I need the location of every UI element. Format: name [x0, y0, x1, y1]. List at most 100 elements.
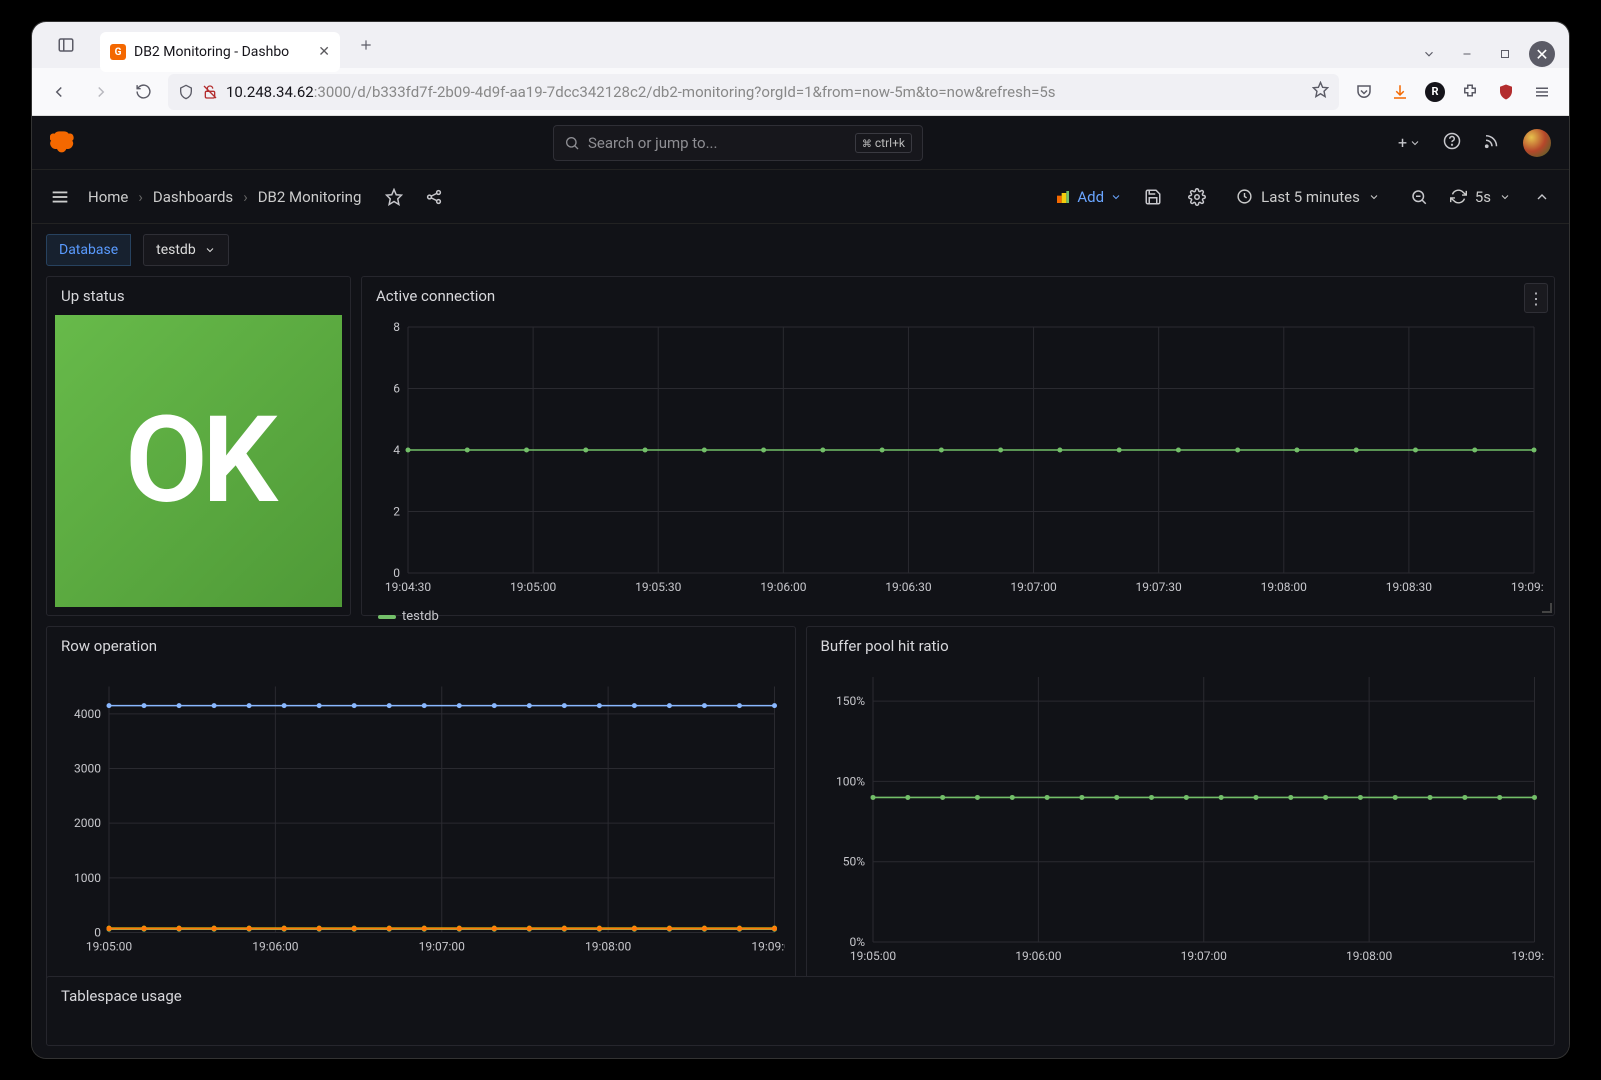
svg-text:150%: 150% [835, 694, 864, 708]
sidebar-toggle-icon[interactable] [44, 27, 88, 63]
refresh-interval: 5s [1475, 188, 1491, 206]
breadcrumb-home[interactable]: Home [88, 188, 128, 206]
svg-text:19:06:30: 19:06:30 [885, 580, 932, 594]
time-range-label: Last 5 minutes [1261, 188, 1360, 206]
svg-text:8: 8 [393, 320, 400, 334]
svg-text:19:08:30: 19:08:30 [1386, 580, 1433, 594]
refresh-icon [1450, 188, 1467, 205]
panel-tablespace-usage[interactable]: Tablespace usage [46, 976, 1555, 1046]
window-minimize-button[interactable] [1453, 40, 1481, 68]
svg-text:19:05:00: 19:05:00 [86, 940, 133, 954]
app-menu-icon[interactable] [1531, 81, 1553, 103]
nav-forward-button[interactable] [84, 75, 118, 109]
chevron-down-icon [1368, 191, 1380, 203]
pocket-icon[interactable] [1353, 81, 1375, 103]
variable-value-text: testdb [156, 242, 196, 258]
share-dashboard-button[interactable] [421, 184, 447, 210]
clock-icon [1236, 188, 1253, 205]
add-panel-button[interactable]: Add [1055, 188, 1122, 206]
variable-value-dropdown[interactable]: testdb [143, 234, 229, 266]
kiosk-mode-button[interactable] [1529, 184, 1555, 210]
new-tab-button[interactable] [348, 27, 384, 63]
news-icon[interactable] [1483, 132, 1501, 154]
browser-tabbar: G DB2 Monitoring - Dashbo ✕ ✕ [32, 22, 1569, 68]
grafana-logo-icon[interactable] [50, 129, 78, 157]
help-icon[interactable] [1443, 132, 1461, 154]
panel-row-operation[interactable]: Row operation 0 1000 2000 3000 4000 19:05:00 1… [46, 626, 796, 1004]
svg-text:19:05:00: 19:05:00 [849, 949, 896, 963]
dashboard-settings-button[interactable] [1184, 184, 1210, 210]
svg-text:100%: 100% [835, 774, 864, 788]
chart-row-operation: 0100020003000400019:05:0019:06:0019:07:0… [57, 669, 785, 968]
svg-text:19:05:00: 19:05:00 [510, 580, 557, 594]
grafana-topbar: Search or jump to... ⌘ ctrl+k + [32, 116, 1569, 170]
grafana-search-input[interactable]: Search or jump to... ⌘ ctrl+k [553, 125, 923, 161]
svg-text:19:06:00: 19:06:00 [252, 940, 299, 954]
svg-text:0: 0 [94, 926, 101, 940]
breadcrumb-current[interactable]: DB2 Monitoring [258, 188, 362, 206]
svg-text:19:06:00: 19:06:00 [760, 580, 807, 594]
svg-text:3000: 3000 [74, 762, 101, 776]
svg-text:19:08:00: 19:08:00 [585, 940, 632, 954]
tabs-dropdown-icon[interactable] [1415, 40, 1443, 68]
svg-text:19:04:30: 19:04:30 [385, 580, 432, 594]
variable-label: Database [46, 234, 131, 266]
svg-text:2000: 2000 [74, 816, 101, 830]
panel-buffer-pool[interactable]: Buffer pool hit ratio 0%50%100%150%19:05… [806, 626, 1556, 1004]
chart-buffer-pool: 0%50%100%150%19:05:0019:06:0019:07:0019:… [817, 669, 1545, 968]
browser-urlbar: 10.248.34.62:3000/d/b333fd7f-2b09-4d9f-a… [32, 68, 1569, 116]
chevron-down-icon [1499, 191, 1511, 203]
nav-back-button[interactable] [42, 75, 76, 109]
panel-up-status[interactable]: Up status OK [46, 276, 351, 616]
add-label: Add [1077, 188, 1104, 206]
nav-reload-button[interactable] [126, 75, 160, 109]
svg-text:19:08:00: 19:08:00 [1345, 949, 1392, 963]
svg-text:19:06:00: 19:06:00 [1015, 949, 1062, 963]
svg-text:4: 4 [393, 443, 400, 457]
window-maximize-button[interactable] [1491, 40, 1519, 68]
panel-active-connection[interactable]: ⋮ Active connection 0246819:04:3019:05:0… [361, 276, 1555, 616]
svg-text:0: 0 [393, 566, 400, 580]
legend-item[interactable]: testdb [378, 609, 439, 624]
create-menu-button[interactable]: + [1398, 133, 1421, 152]
tab-close-icon[interactable]: ✕ [318, 44, 330, 60]
star-dashboard-button[interactable] [381, 184, 407, 210]
status-ok-value: OK [55, 315, 342, 607]
panel-menu-button[interactable]: ⋮ [1524, 283, 1548, 313]
url-field[interactable]: 10.248.34.62:3000/d/b333fd7f-2b09-4d9f-a… [168, 74, 1339, 110]
grafana-favicon-icon: G [110, 44, 126, 60]
svg-text:19:07:00: 19:07:00 [1010, 580, 1057, 594]
panel-title: Row operation [47, 627, 795, 665]
svg-text:19:09:00: 19:09:00 [1511, 580, 1544, 594]
extension-badge-icon[interactable]: R [1425, 82, 1445, 102]
panel-title: Tablespace usage [47, 977, 1554, 1015]
search-icon [564, 135, 580, 151]
breadcrumb-dashboards[interactable]: Dashboards [153, 188, 233, 206]
search-placeholder: Search or jump to... [588, 134, 718, 152]
window-close-button[interactable]: ✕ [1529, 41, 1555, 67]
svg-text:0%: 0% [849, 935, 865, 949]
extensions-icon[interactable] [1459, 81, 1481, 103]
svg-text:4000: 4000 [74, 707, 101, 721]
svg-text:2: 2 [393, 505, 400, 519]
refresh-picker[interactable]: 5s [1450, 188, 1511, 206]
browser-tab-active[interactable]: G DB2 Monitoring - Dashbo ✕ [100, 32, 340, 72]
svg-text:6: 6 [393, 382, 400, 396]
user-avatar[interactable] [1523, 129, 1551, 157]
svg-text:19:05:30: 19:05:30 [635, 580, 682, 594]
search-shortcut: ⌘ ctrl+k [855, 133, 912, 153]
hamburger-menu-icon[interactable] [46, 183, 74, 211]
url-text: 10.248.34.62:3000/d/b333fd7f-2b09-4d9f-a… [226, 83, 1056, 101]
time-range-picker[interactable]: Last 5 minutes [1228, 184, 1388, 210]
downloads-icon[interactable] [1389, 81, 1411, 103]
save-dashboard-button[interactable] [1140, 184, 1166, 210]
svg-text:19:09:00: 19:09:00 [1511, 949, 1544, 963]
panel-title: Up status [47, 277, 350, 315]
svg-text:50%: 50% [842, 855, 864, 869]
bookmark-star-icon[interactable] [1312, 81, 1329, 102]
svg-text:1000: 1000 [74, 871, 101, 885]
chevron-down-icon [1110, 191, 1122, 203]
panel-resize-handle[interactable] [1542, 603, 1552, 613]
zoom-out-button[interactable] [1406, 184, 1432, 210]
ublock-icon[interactable] [1495, 81, 1517, 103]
